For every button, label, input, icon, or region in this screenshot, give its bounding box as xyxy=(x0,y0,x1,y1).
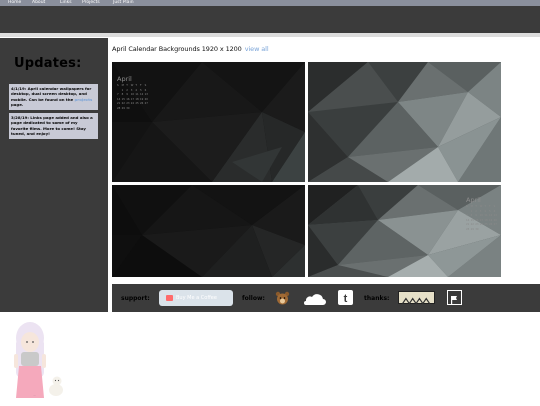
calendar-overlay: April S M T W T F S 1 2 3 4 5 6 7 8 9 10 11 12 13 14 15 16 17 18… xyxy=(466,196,498,231)
calendar-date: 27 xyxy=(144,102,148,105)
calendar-grid: S M T W T F S 1 2 3 4 5 6 7 8 9 10 11 12 13 14 15 16 17 18 19 20 21… xyxy=(117,84,149,110)
header-bar xyxy=(0,6,540,33)
coffee-label: Buy Me a Coffee xyxy=(176,295,217,301)
support-label: support: xyxy=(121,295,150,302)
follow-label: follow: xyxy=(242,295,265,302)
avatar-illustration: ᐧᐧᐧᐧ xyxy=(8,318,70,402)
calendar-grid: S M T W T F S 1 2 3 4 5 6 7 8 9 10 11 12 13 14 15 16 17 18 19 20 21… xyxy=(466,205,498,231)
wallpaper-title: April Calendar Backgrounds 1920 x 1200 xyxy=(112,45,242,53)
update-text: 3/28/19: Links page added and also a pag… xyxy=(11,115,93,137)
soundcloud-icon[interactable] xyxy=(303,291,326,305)
sidebar xyxy=(0,38,108,312)
calendar-month: April xyxy=(117,75,132,83)
calendar-date: 30 xyxy=(475,227,479,231)
buy-coffee-button[interactable]: Buy Me a Coffee xyxy=(159,290,233,306)
header-divider xyxy=(0,33,540,37)
calendar-date: 20 xyxy=(493,218,497,222)
calendar-date: 6 xyxy=(493,209,496,213)
calendar-day-header: S xyxy=(493,205,496,208)
calendar-date: 13 xyxy=(493,214,497,217)
calendar-date: 30 xyxy=(126,106,130,110)
calendar-month: April xyxy=(466,196,481,204)
calendar-overlay: April S M T W T F S 1 2 3 4 5 6 7 8 9 10 11 12 13 14 15 16 17 18… xyxy=(117,75,149,110)
calendar-day-header: S xyxy=(144,84,147,87)
tumblr-icon[interactable]: t xyxy=(338,290,353,305)
update-entry: 3/28/19: Links page added and also a pag… xyxy=(9,113,98,139)
badge-icon[interactable] xyxy=(398,291,435,305)
calendar-date: 27 xyxy=(493,223,497,226)
page-title: April Calendar Backgrounds 1920 x 1200 vi… xyxy=(112,45,269,53)
view-all-link[interactable]: view all xyxy=(245,45,269,53)
bear-icon[interactable] xyxy=(275,290,290,305)
update-entry: 4/1/19: April calendar wallpapers for de… xyxy=(9,84,98,110)
calendar-date: 6 xyxy=(144,88,147,92)
svg-text:ᐧᐧᐧᐧ: ᐧᐧᐧᐧ xyxy=(33,394,36,398)
svg-text:t: t xyxy=(344,293,348,305)
sidebar-title: Updates: xyxy=(14,56,82,71)
calendar-date: 13 xyxy=(144,93,148,96)
thanks-label: thanks: xyxy=(364,295,390,302)
coffee-cup-icon xyxy=(166,295,173,301)
wallpaper-dual-left-thumb[interactable] xyxy=(308,62,501,182)
flag-icon[interactable] xyxy=(447,290,462,305)
update-text-end: page. xyxy=(11,102,24,108)
wallpaper-dual-right-thumb[interactable] xyxy=(112,185,305,277)
calendar-date: 20 xyxy=(144,97,148,101)
projects-link[interactable]: projects xyxy=(75,97,93,102)
